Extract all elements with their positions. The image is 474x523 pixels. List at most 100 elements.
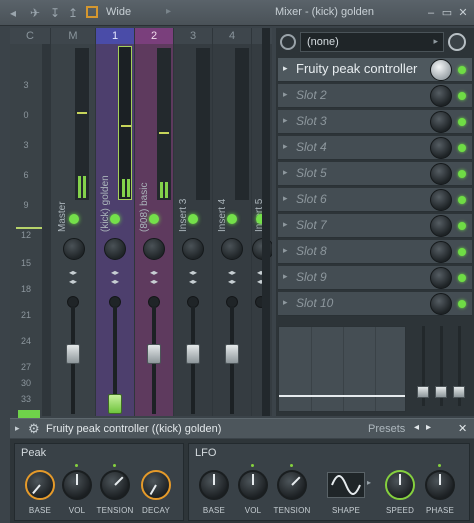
insert-slot-6[interactable]: ▸ Slot 6 xyxy=(278,188,472,212)
slot-mix-knob[interactable] xyxy=(430,267,452,289)
slot-menu-arrow-icon[interactable]: ▸ xyxy=(283,89,288,100)
menu-arrow-icon[interactable]: ◂ xyxy=(6,6,20,20)
eq-band-fader[interactable] xyxy=(453,386,465,398)
preset-prev-icon[interactable]: ◂ xyxy=(414,422,419,433)
slot-mix-knob[interactable] xyxy=(430,85,452,107)
mixer-strip-3[interactable]: Insert 3 ◂▸ ◂▸ xyxy=(174,44,212,416)
lfo-tension-knob[interactable] xyxy=(277,470,307,500)
slot-mix-knob[interactable] xyxy=(430,59,452,81)
latency-clock-icon[interactable] xyxy=(448,33,466,51)
peak-tension-knob[interactable] xyxy=(100,470,130,500)
insert-slot-10[interactable]: ▸ Slot 10 xyxy=(278,292,472,316)
slot-menu-arrow-icon[interactable]: ▸ xyxy=(283,245,288,256)
header-cell-4[interactable]: 4 xyxy=(213,28,251,44)
lfo-phase-knob[interactable] xyxy=(425,470,455,500)
slot-enable-led[interactable] xyxy=(458,170,466,178)
send-led[interactable] xyxy=(149,214,159,224)
pan-knob[interactable] xyxy=(63,238,85,260)
volume-fader[interactable] xyxy=(225,344,239,364)
send-led[interactable] xyxy=(110,214,120,224)
peak-decay-knob[interactable] xyxy=(141,470,171,500)
slot-menu-arrow-icon[interactable]: ▸ xyxy=(283,167,288,178)
insert-slot-8[interactable]: ▸ Slot 8 xyxy=(278,240,472,264)
slot-menu-arrow-icon[interactable]: ▸ xyxy=(283,63,288,74)
send-led[interactable] xyxy=(69,214,79,224)
slot-enable-led[interactable] xyxy=(458,248,466,256)
slot-mix-knob[interactable] xyxy=(430,293,452,315)
peak-base-knob[interactable] xyxy=(25,470,55,500)
insert-slot-2[interactable]: ▸ Slot 2 xyxy=(278,84,472,108)
slot-enable-led[interactable] xyxy=(458,222,466,230)
lfo-base-knob[interactable] xyxy=(199,470,229,500)
slot-enable-led[interactable] xyxy=(458,92,466,100)
slot-enable-led[interactable] xyxy=(458,196,466,204)
close-plugin-button[interactable]: ✕ xyxy=(458,422,467,435)
chevron-right-icon[interactable]: ▸ xyxy=(367,478,371,487)
arrow-down-icon[interactable]: ↧ xyxy=(48,6,62,20)
maximize-button[interactable]: ▭ xyxy=(440,6,454,20)
slot-mix-knob[interactable] xyxy=(430,215,452,237)
lfo-vol-knob[interactable] xyxy=(238,470,268,500)
slot-mix-knob[interactable] xyxy=(430,163,452,185)
insert-slot-4[interactable]: ▸ Slot 4 xyxy=(278,136,472,160)
send-led[interactable] xyxy=(227,214,237,224)
pan-knob[interactable] xyxy=(221,238,243,260)
routing-icon[interactable] xyxy=(280,34,296,50)
mixer-strip-master[interactable]: Master ◂▸ ◂▸ xyxy=(51,44,95,416)
mixer-strip-4[interactable]: Insert 4 ◂▸ ◂▸ xyxy=(213,44,251,416)
slot-menu-arrow-icon[interactable]: ▸ xyxy=(283,297,288,308)
insert-slot-5[interactable]: ▸ Slot 5 xyxy=(278,162,472,186)
slot-mix-knob[interactable] xyxy=(430,111,452,133)
orange-box-icon[interactable] xyxy=(86,6,98,18)
send-led[interactable] xyxy=(188,214,198,224)
chevron-right-icon[interactable]: ▸ xyxy=(166,6,171,17)
slot-menu-arrow-icon[interactable]: ▸ xyxy=(283,271,288,282)
arrow-up-icon[interactable]: ↥ xyxy=(66,6,80,20)
insert-slot-9[interactable]: ▸ Slot 9 xyxy=(278,266,472,290)
slot-menu-arrow-icon[interactable]: ▸ xyxy=(283,219,288,230)
eq-band-fader[interactable] xyxy=(417,386,429,398)
slot-menu-arrow-icon[interactable]: ▸ xyxy=(283,141,288,152)
minimize-button[interactable]: – xyxy=(424,6,438,20)
slot-mix-knob[interactable] xyxy=(430,241,452,263)
volume-fader[interactable] xyxy=(147,344,161,364)
slot-enable-led[interactable] xyxy=(458,144,466,152)
slot-enable-led[interactable] xyxy=(458,300,466,308)
mixer-divider[interactable] xyxy=(262,28,270,416)
slot-menu-arrow-icon[interactable]: ▸ xyxy=(283,115,288,126)
stereo-separation-icon[interactable]: ◂▸ ◂▸ xyxy=(225,268,239,286)
header-cell-3[interactable]: 3 xyxy=(174,28,212,44)
pan-knob[interactable] xyxy=(182,238,204,260)
mixer-strip-2[interactable]: (808) basic ◂▸ ◂▸ xyxy=(135,44,173,416)
volume-fader[interactable] xyxy=(186,344,200,364)
stereo-separation-icon[interactable]: ◂▸ ◂▸ xyxy=(108,268,122,286)
insert-slot-7[interactable]: ▸ Slot 7 xyxy=(278,214,472,238)
peak-vol-knob[interactable] xyxy=(62,470,92,500)
mixer-layout-label[interactable]: Wide xyxy=(106,6,131,18)
slot-mix-knob[interactable] xyxy=(430,189,452,211)
volume-fader[interactable] xyxy=(108,394,122,414)
plugin-menu-arrow-icon[interactable]: ▸ xyxy=(15,423,20,434)
slot-enable-led[interactable] xyxy=(458,118,466,126)
slot-menu-arrow-icon[interactable]: ▸ xyxy=(283,193,288,204)
volume-fader[interactable] xyxy=(66,344,80,364)
mixer-strip-1[interactable]: (kick) golden ◂▸ ◂▸ xyxy=(96,44,134,416)
preset-next-icon[interactable]: ▸ xyxy=(426,422,431,433)
bird-icon[interactable]: ✈ xyxy=(28,6,42,20)
insert-slot-3[interactable]: ▸ Slot 3 xyxy=(278,110,472,134)
slot-mix-knob[interactable] xyxy=(430,137,452,159)
presets-button[interactable]: Presets xyxy=(368,423,405,435)
slot-enable-led[interactable] xyxy=(458,66,466,74)
eq-band-fader[interactable] xyxy=(435,386,447,398)
header-cell-1[interactable]: 1 xyxy=(96,28,134,44)
preset-select[interactable]: (none) ▸ xyxy=(300,32,444,52)
close-button[interactable]: ✕ xyxy=(456,6,470,20)
lfo-speed-knob[interactable] xyxy=(385,470,415,500)
gear-icon[interactable]: ⚙ xyxy=(28,421,40,437)
insert-slot-1[interactable]: ▸ Fruity peak controller xyxy=(278,58,472,82)
stereo-separation-icon[interactable]: ◂▸ ◂▸ xyxy=(147,268,161,286)
pan-knob[interactable] xyxy=(143,238,165,260)
pan-knob[interactable] xyxy=(104,238,126,260)
eq-graph[interactable] xyxy=(278,326,406,412)
slot-enable-led[interactable] xyxy=(458,274,466,282)
